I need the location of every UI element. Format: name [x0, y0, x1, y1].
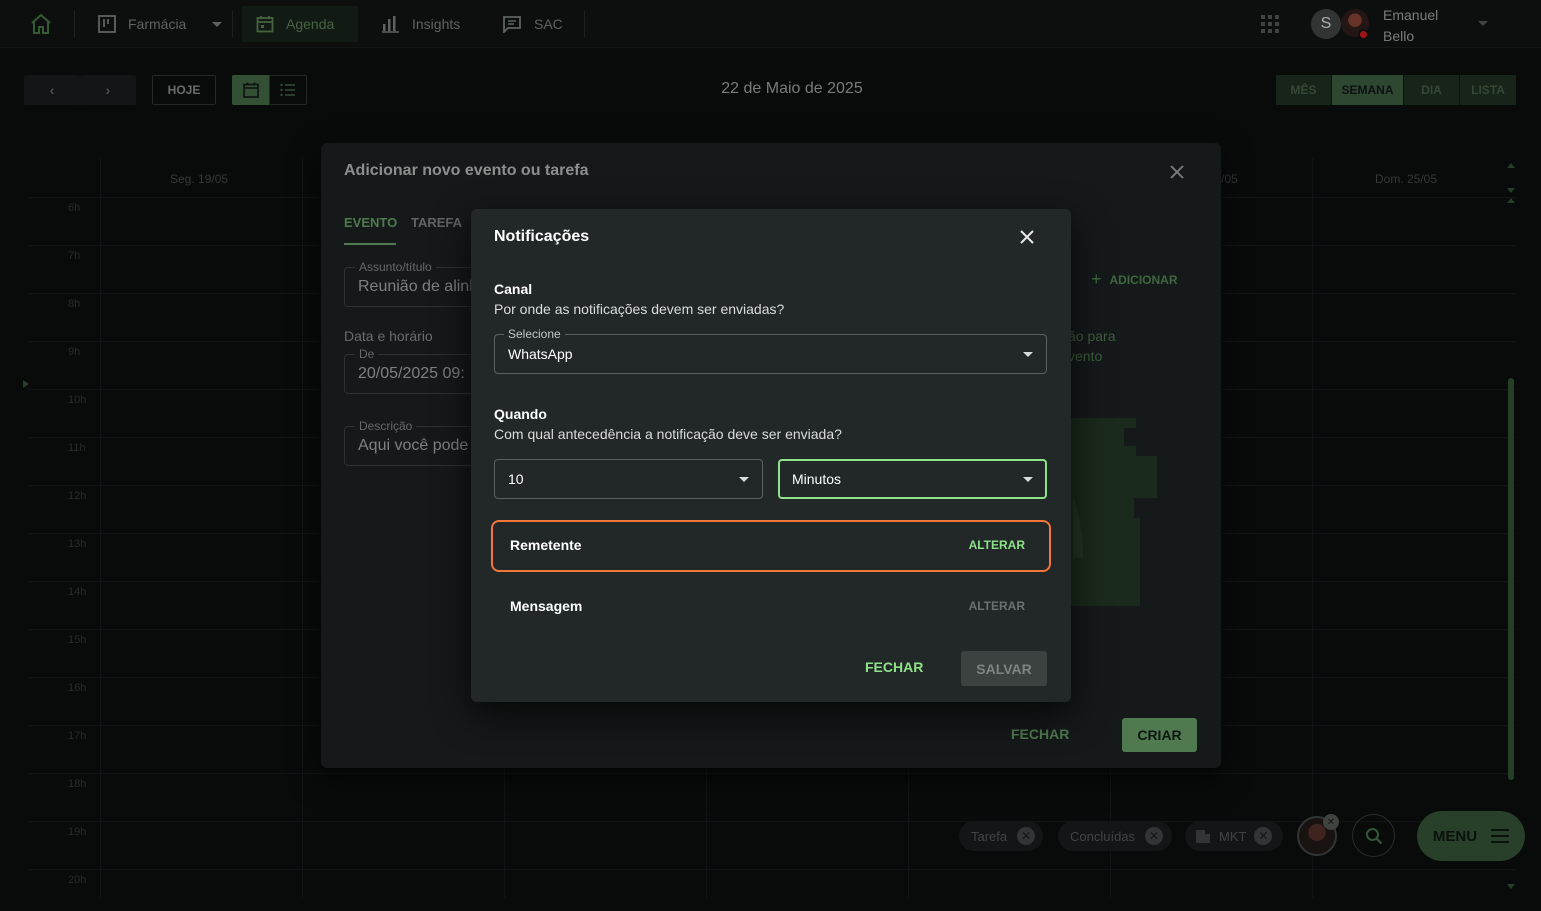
close-icon[interactable] — [1168, 163, 1186, 181]
subject-value: Reunião de alinh — [358, 278, 479, 295]
close-button[interactable]: FECHAR — [1011, 726, 1069, 742]
unit-select-value: Minutos — [792, 471, 842, 487]
channel-label: Canal — [494, 281, 533, 297]
datetime-heading: Data e horário — [344, 328, 433, 344]
empty-state-illustration — [1061, 418, 1161, 606]
create-button-label: CRIAR — [1137, 727, 1182, 743]
add-notification-label: ADICIONAR — [1109, 272, 1178, 287]
close-icon[interactable] — [1018, 228, 1036, 246]
hint-line: vento — [1068, 348, 1103, 364]
create-button[interactable]: CRIAR — [1122, 718, 1197, 752]
description-label: Descrição — [355, 419, 417, 433]
save-button-label: SALVAR — [976, 660, 1032, 677]
hint-text: ão para vento — [1068, 326, 1115, 366]
sender-row[interactable]: Remetente ALTERAR — [491, 520, 1051, 572]
unit-select[interactable]: Minutos — [778, 459, 1047, 499]
save-button[interactable]: SALVAR — [961, 651, 1047, 686]
chevron-down-icon — [1023, 352, 1033, 357]
message-label: Mensagem — [510, 598, 583, 614]
start-date-label: De — [355, 347, 379, 361]
dialog-title: Notificações — [494, 228, 590, 245]
active-tab-indicator — [344, 243, 396, 245]
amount-select-value: 10 — [508, 471, 524, 487]
description-value: Aqui você pode — [358, 437, 469, 454]
add-notification-button[interactable]: + ADICIONAR — [1091, 269, 1178, 290]
close-button[interactable]: FECHAR — [865, 659, 923, 675]
change-message-button[interactable]: ALTERAR — [969, 599, 1025, 613]
hint-line: ão para — [1068, 328, 1116, 344]
tab-tarefa[interactable]: TAREFA — [411, 215, 462, 230]
change-sender-button[interactable]: ALTERAR — [969, 538, 1025, 552]
channel-select-label: Selecione — [504, 327, 565, 341]
message-row[interactable]: Mensagem ALTERAR — [491, 581, 1051, 633]
channel-select-value: WhatsApp — [508, 346, 573, 362]
when-label: Quando — [494, 406, 547, 422]
dialog-title: Adicionar novo evento ou tarefa — [344, 162, 589, 179]
channel-description: Por onde as notificações devem ser envia… — [494, 301, 785, 317]
start-date-value: 20/05/2025 09: — [358, 365, 465, 382]
notifications-dialog: Notificações Canal Por onde as notificaç… — [471, 209, 1071, 702]
when-description: Com qual antecedência a notificação deve… — [494, 426, 842, 442]
chevron-down-icon — [739, 477, 749, 482]
tab-evento[interactable]: EVENTO — [344, 215, 397, 230]
amount-select[interactable]: 10 — [494, 459, 763, 499]
sender-label: Remetente — [510, 537, 582, 553]
channel-select[interactable]: Selecione WhatsApp — [494, 327, 1047, 374]
chevron-down-icon — [1023, 477, 1033, 482]
subject-label: Assunto/título — [355, 260, 436, 274]
plus-icon: + — [1091, 269, 1102, 289]
